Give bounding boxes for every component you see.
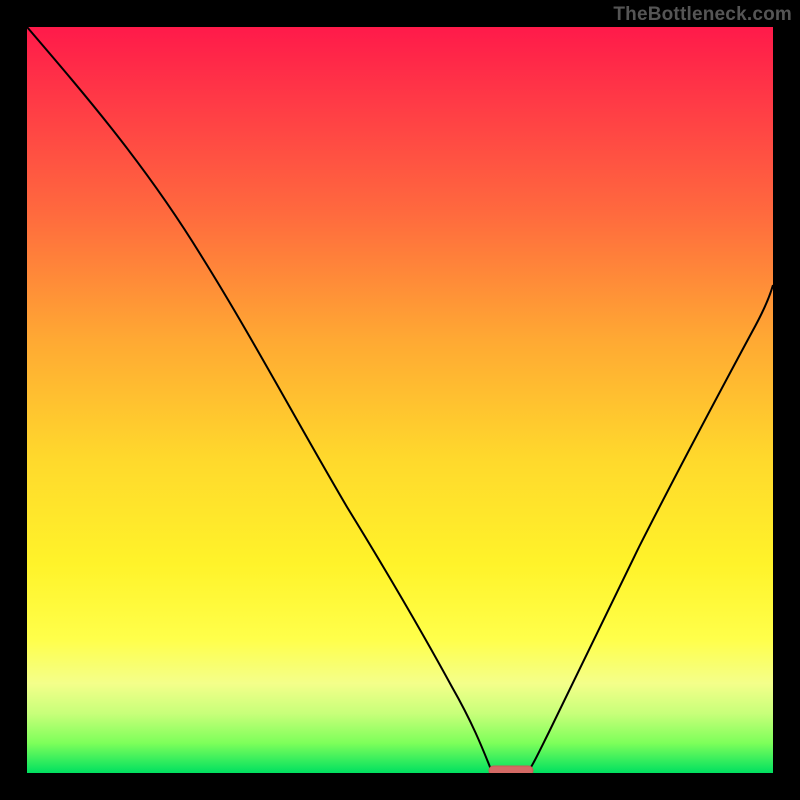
watermark-text: TheBottleneck.com xyxy=(613,4,792,26)
plot-area xyxy=(27,27,773,773)
chart-frame: TheBottleneck.com xyxy=(0,0,800,800)
